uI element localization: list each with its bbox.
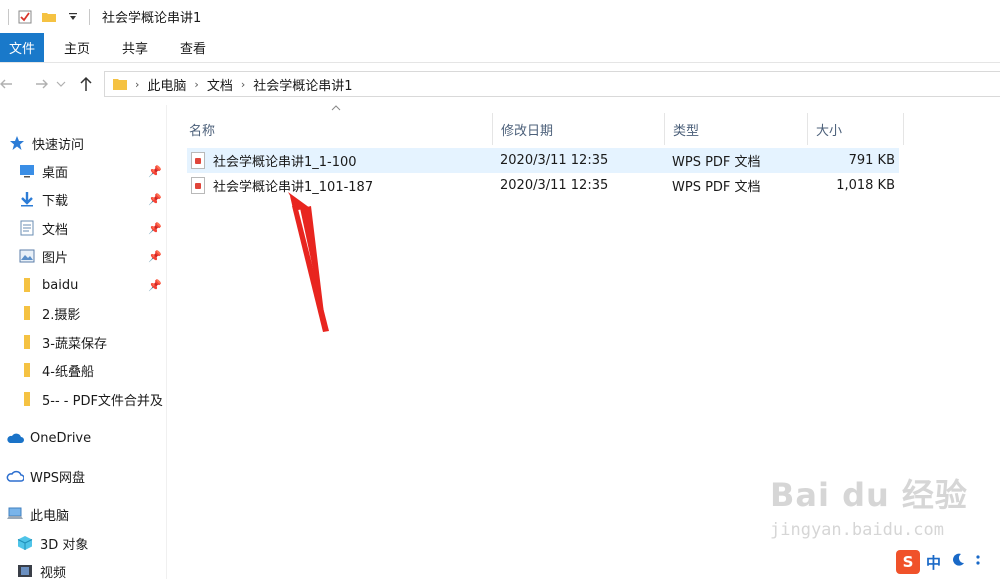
file-size: 1,018 KB [836,178,895,193]
sidebar-item-folder-3[interactable]: 3-蔬菜保存 [18,328,107,356]
breadcrumb-this-pc[interactable]: 此电脑 [147,75,186,94]
customize-quick-access-icon[interactable] [65,9,81,25]
desktop-icon [18,163,36,179]
watermark-url: jingyan.baidu.com [770,520,944,540]
sidebar-item-label: OneDrive [30,430,92,446]
cloud-icon [6,430,24,446]
sidebar-item-label: 此电脑 [30,508,70,524]
folder-icon[interactable] [41,9,57,25]
file-type: WPS PDF 文档 [672,155,761,170]
sidebar-item-label: WPS网盘 [30,470,85,486]
cloud-outline-icon [6,468,24,484]
computer-icon [6,506,24,522]
sidebar-item-label: 快速访问 [32,137,85,153]
folder-icon [18,334,36,350]
sidebar-item-folder-4[interactable]: 4-纸叠船 [18,356,94,384]
folder-icon [18,362,36,378]
sidebar-item-label: 文档 [42,222,69,238]
sidebar-item-onedrive[interactable]: OneDrive [6,424,91,452]
sidebar-item-label: 5-- - PDF文件合并及 [42,393,163,409]
tab-file[interactable]: 文件 [0,33,44,62]
column-header-size[interactable]: 大小 [808,113,904,145]
cube-icon [16,535,34,551]
file-type: WPS PDF 文档 [672,180,761,195]
address-bar[interactable]: › 此电脑 › 文档 › 社会学概论串讲1 [104,71,1000,97]
download-icon [18,191,36,207]
chevron-right-icon[interactable]: › [194,78,198,91]
sidebar-item-pictures[interactable]: 图片 [18,242,68,270]
sidebar-item-folder-2[interactable]: 2.摄影 [18,299,80,327]
sidebar-item-label: 桌面 [42,165,69,181]
sogou-ime-logo[interactable]: S [896,550,920,574]
table-row[interactable]: 社会学概论串讲1_1-100 2020/3/11 12:35 WPS PDF 文… [187,148,899,173]
sidebar-item-label: 3-蔬菜保存 [42,336,107,352]
tab-view[interactable]: 查看 [164,33,222,62]
ime-toolbar[interactable]: S 中 [896,548,1000,576]
punctuation-icon[interactable] [975,553,985,571]
sidebar-item-videos[interactable]: 视频 [16,557,66,579]
table-row[interactable]: 社会学概论串讲1_101-187 2020/3/11 12:35 WPS PDF… [187,173,899,198]
sidebar-item-label: 2.摄影 [42,307,81,323]
sidebar-item-baidu[interactable]: baidu [18,271,78,299]
pdf-file-icon [191,177,205,194]
up-button[interactable] [74,72,98,96]
pin-icon[interactable]: 📌 [148,279,162,292]
breadcrumb-current-folder[interactable]: 社会学概论串讲1 [253,75,352,94]
sidebar-item-desktop[interactable]: 桌面 [18,157,68,185]
column-header-name[interactable]: 名称 [181,113,493,145]
pdf-file-icon [191,152,205,169]
pin-icon[interactable]: 📌 [148,193,162,206]
sidebar-item-label: 下载 [42,193,69,209]
ribbon-tabs: 文件 主页 共享 查看 [0,33,1000,63]
chevron-right-icon[interactable]: › [135,78,139,91]
column-header-modified[interactable]: 修改日期 [493,113,665,145]
navigation-pane: 快速访问 桌面 📌 下载 📌 文档 📌 图片 📌 baidu 📌 2.摄影 3-… [0,105,167,579]
title-bar: 社会学概论串讲1 [0,0,1000,33]
sidebar-item-this-pc[interactable]: 此电脑 [6,500,69,528]
file-modified: 2020/3/11 12:35 [500,153,609,168]
pin-icon[interactable]: 📌 [148,222,162,235]
column-header-type[interactable]: 类型 [665,113,808,145]
sidebar-item-label: 4-纸叠船 [42,364,94,380]
pin-icon[interactable]: 📌 [148,165,162,178]
file-name: 社会学概论串讲1_1-100 [213,155,357,170]
sidebar-item-folder-5[interactable]: 5-- - PDF文件合并及 [18,385,163,413]
forward-button[interactable] [30,72,54,96]
sidebar-item-documents[interactable]: 文档 [18,214,68,242]
chevron-right-icon[interactable]: › [241,78,245,91]
sidebar-item-quick-access[interactable]: 快速访问 [8,129,84,157]
breadcrumb-documents[interactable]: 文档 [207,75,233,94]
film-icon [16,563,34,579]
star-icon [8,135,26,151]
recent-locations-chevron-icon[interactable] [54,72,68,96]
sidebar-item-3d-objects[interactable]: 3D 对象 [16,529,88,557]
tab-home[interactable]: 主页 [48,33,106,62]
navigation-bar: › 此电脑 › 文档 › 社会学概论串讲1 [0,63,1000,105]
sidebar-item-label: 3D 对象 [40,537,89,553]
ime-mode-chinese[interactable]: 中 [926,552,941,573]
picture-icon [18,248,36,264]
divider [8,8,9,25]
sidebar-item-wps-cloud[interactable]: WPS网盘 [6,462,85,490]
document-icon [18,220,36,236]
divider [89,8,90,25]
folder-icon [18,277,36,293]
watermark-logo: Bai du 经验 [770,476,968,514]
window-title: 社会学概论串讲1 [102,11,202,26]
file-modified: 2020/3/11 12:35 [500,178,609,193]
sidebar-item-label: 视频 [40,565,67,579]
pin-icon[interactable]: 📌 [148,250,162,263]
sidebar-item-downloads[interactable]: 下载 [18,185,68,213]
half-moon-icon[interactable] [951,553,965,571]
properties-icon[interactable] [17,9,33,25]
back-button[interactable] [0,72,18,96]
folder-icon [18,391,36,407]
folder-icon [111,76,129,92]
sidebar-item-label: baidu [42,277,79,293]
file-size: 791 KB [848,153,895,168]
tab-share[interactable]: 共享 [106,33,164,62]
sidebar-item-label: 图片 [42,250,69,266]
folder-icon [18,305,36,321]
file-name: 社会学概论串讲1_101-187 [213,180,374,195]
